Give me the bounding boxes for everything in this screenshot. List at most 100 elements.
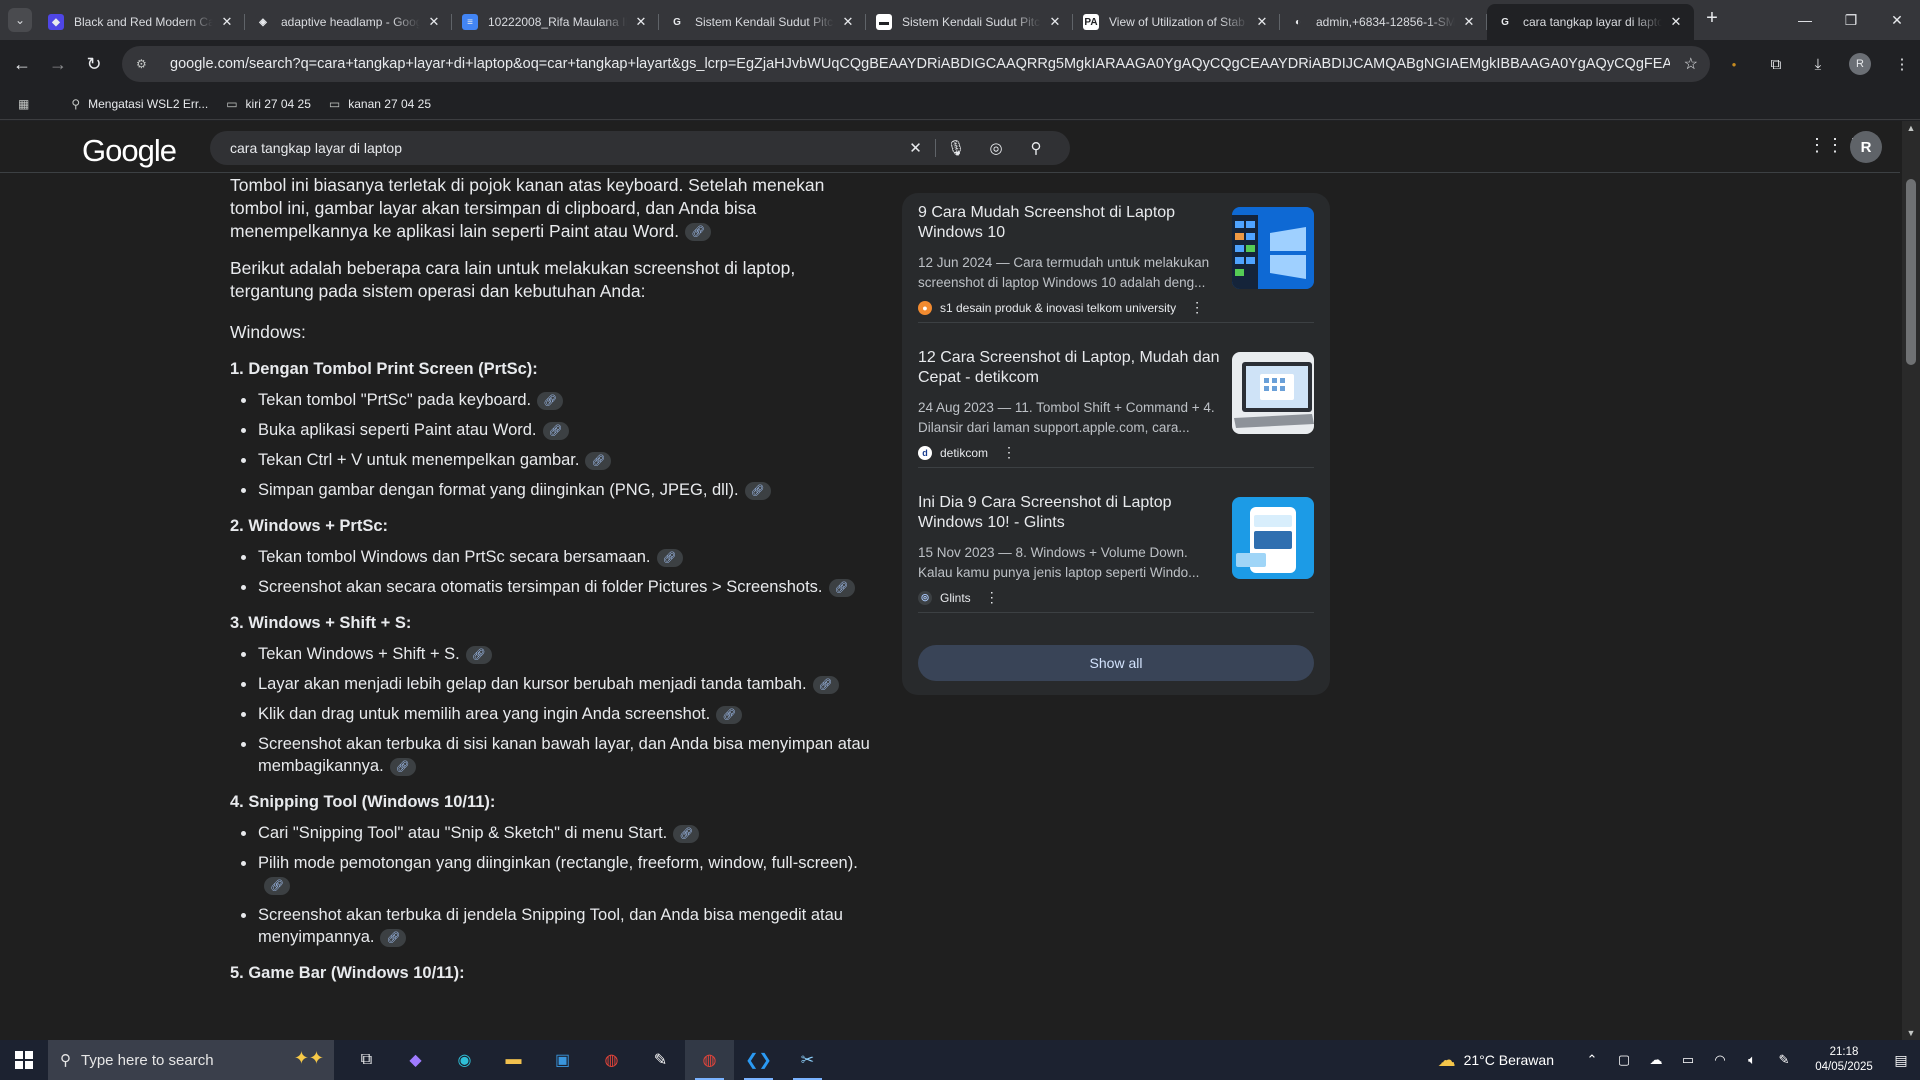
search-box[interactable]: cara tangkap layar di laptop ✕ 🎙︎ ◎ ⚲ bbox=[210, 131, 1070, 165]
bookmark-item-kiri[interactable]: ▭ kiri 27 04 25 bbox=[226, 97, 311, 111]
scroll-up-icon[interactable]: ▲ bbox=[1906, 123, 1916, 133]
back-button[interactable]: ← bbox=[4, 46, 40, 82]
search-input[interactable]: cara tangkap layar di laptop bbox=[230, 140, 402, 156]
address-bar[interactable]: ⚙ google.com/search?q=cara+tangkap+layar… bbox=[122, 46, 1710, 82]
notification-icon[interactable]: ▤ bbox=[1882, 1052, 1920, 1069]
scrollbar-thumb[interactable] bbox=[1906, 179, 1916, 365]
show-all-button[interactable]: Show all bbox=[918, 645, 1314, 681]
notes-app-icon[interactable]: ✎ bbox=[636, 1040, 685, 1080]
minimize-button[interactable]: — bbox=[1782, 0, 1828, 40]
bookmark-item-kanan[interactable]: ▭ kanan 27 04 25 bbox=[329, 97, 431, 111]
close-tab-icon[interactable]: ✕ bbox=[633, 14, 649, 30]
source-thumbnail[interactable] bbox=[1232, 207, 1314, 289]
restore-button[interactable]: ❐ bbox=[1828, 0, 1874, 40]
start-button[interactable] bbox=[0, 1040, 48, 1080]
browser-tab[interactable]: G Sistem Kendali Sudut Pitch ✕ bbox=[659, 4, 866, 40]
source-thumbnail[interactable] bbox=[1232, 352, 1314, 434]
wifi-icon[interactable]: ◠ bbox=[1704, 1052, 1736, 1068]
citation-link-icon[interactable]: 🔗︎ bbox=[828, 578, 855, 597]
onedrive-icon[interactable]: ☁ bbox=[1640, 1052, 1672, 1068]
scroll-down-icon[interactable]: ▼ bbox=[1906, 1028, 1916, 1038]
citation-link-icon[interactable]: 🔗︎ bbox=[537, 391, 564, 410]
extensions-icon[interactable]: ⧉ bbox=[1758, 46, 1794, 82]
browser-tab[interactable]: ◈ adaptive headlamp - Google ✕ bbox=[245, 4, 452, 40]
page-scrollbar[interactable]: ▲ ▼ bbox=[1902, 121, 1920, 1040]
close-tab-icon[interactable]: ✕ bbox=[1461, 14, 1477, 30]
source-title[interactable]: 12 Cara Screenshot di Laptop, Mudah dan … bbox=[918, 348, 1228, 388]
clear-icon[interactable]: ✕ bbox=[896, 139, 936, 157]
source-card[interactable]: 12 Cara Screenshot di Laptop, Mudah dan … bbox=[918, 338, 1314, 468]
chrome-active-icon[interactable]: ◍ bbox=[685, 1040, 734, 1080]
apps-grid-icon[interactable]: ▦ bbox=[18, 97, 37, 111]
reload-button[interactable]: ↻ bbox=[76, 46, 112, 82]
search-icon[interactable]: ⚲ bbox=[1016, 139, 1056, 157]
file-explorer-icon[interactable]: ▬ bbox=[489, 1040, 538, 1080]
chevron-down-icon: ⌄ bbox=[14, 13, 26, 27]
browser-tab[interactable]: ◆ Black and Red Modern Cats ✕ bbox=[38, 4, 245, 40]
site-info-icon[interactable]: ⚙ bbox=[136, 57, 154, 71]
clock[interactable]: 21:18 04/05/2025 bbox=[1806, 1045, 1882, 1075]
more-options-icon[interactable]: ⋮ bbox=[1002, 444, 1016, 461]
taskbar-search[interactable]: ⚲ Type here to search ✦✦ bbox=[48, 1040, 334, 1080]
citation-link-icon[interactable]: 🔗︎ bbox=[542, 421, 569, 440]
account-avatar[interactable]: R bbox=[1850, 131, 1882, 163]
battery-icon[interactable]: ▭ bbox=[1672, 1052, 1704, 1068]
source-card[interactable]: Ini Dia 9 Cara Screenshot di Laptop Wind… bbox=[918, 483, 1314, 613]
browser-tab[interactable]: PA View of Utilization of Stab ✕ bbox=[1073, 4, 1280, 40]
citation-link-icon[interactable]: 🔗︎ bbox=[812, 675, 839, 694]
source-card[interactable]: 9 Cara Mudah Screenshot di Laptop Window… bbox=[918, 193, 1314, 323]
more-options-icon[interactable]: ⋮ bbox=[1190, 299, 1204, 316]
citation-link-icon[interactable]: 🔗︎ bbox=[585, 451, 612, 470]
task-view-icon[interactable]: ⧉ bbox=[342, 1040, 391, 1080]
citation-link-icon[interactable]: 🔗︎ bbox=[744, 481, 771, 500]
snipping-tool-icon[interactable]: ✂ bbox=[783, 1040, 832, 1080]
close-tab-icon[interactable]: ✕ bbox=[219, 14, 235, 30]
browser-tab[interactable]: ▬ Sistem Kendali Sudut Pitch ✕ bbox=[866, 4, 1073, 40]
bookmark-item-wsl2[interactable]: ⚲ Mengatasi WSL2 Err... bbox=[71, 97, 208, 111]
lens-icon[interactable]: ◎ bbox=[976, 139, 1016, 157]
profile-button[interactable]: R bbox=[1842, 46, 1878, 82]
citation-link-icon[interactable]: 🔗︎ bbox=[685, 223, 712, 242]
close-window-button[interactable]: ✕ bbox=[1874, 0, 1920, 40]
bookmark-star-icon[interactable]: ☆ bbox=[1684, 54, 1698, 74]
chrome-icon[interactable]: ◍ bbox=[587, 1040, 636, 1080]
meet-now-icon[interactable]: ▢ bbox=[1608, 1052, 1640, 1068]
source-title[interactable]: 9 Cara Mudah Screenshot di Laptop Window… bbox=[918, 203, 1228, 243]
google-logo[interactable]: Google bbox=[82, 133, 177, 169]
tab-search-button[interactable]: ⌄ bbox=[8, 8, 32, 32]
close-tab-icon[interactable]: ✕ bbox=[1668, 14, 1684, 30]
clock-time: 21:18 bbox=[1829, 1046, 1859, 1058]
citation-link-icon[interactable]: 🔗︎ bbox=[380, 928, 407, 947]
weather-widget[interactable]: ☁ 21°C Berawan bbox=[1438, 1050, 1554, 1071]
source-title[interactable]: Ini Dia 9 Cara Screenshot di Laptop Wind… bbox=[918, 493, 1228, 533]
close-tab-icon[interactable]: ✕ bbox=[1254, 14, 1270, 30]
forward-button[interactable]: → bbox=[40, 46, 76, 82]
chevron-up-icon[interactable]: ⌃ bbox=[1576, 1052, 1608, 1068]
download-icon[interactable]: ⤓ bbox=[1800, 46, 1836, 82]
extension-pin-icon[interactable]: ● bbox=[1716, 46, 1752, 82]
browser-tab[interactable]: ≡ 10222008_Rifa Maulana Ibra ✕ bbox=[452, 4, 659, 40]
copilot-icon[interactable]: ◆ bbox=[391, 1040, 440, 1080]
volume-icon[interactable]: 🔈︎ bbox=[1736, 1052, 1768, 1068]
browser-tab[interactable]: ◐ admin,+6834-12856-1-SM ✕ bbox=[1280, 4, 1487, 40]
close-tab-icon[interactable]: ✕ bbox=[1047, 14, 1063, 30]
new-tab-button[interactable]: + bbox=[1698, 4, 1726, 32]
browser-tab[interactable]: Gcara tangkap layar di lapto ✕ bbox=[1487, 4, 1694, 40]
citation-link-icon[interactable]: 🔗︎ bbox=[389, 757, 416, 776]
store-icon[interactable]: ▣ bbox=[538, 1040, 587, 1080]
pen-icon[interactable]: ✎ bbox=[1768, 1052, 1800, 1068]
more-options-icon[interactable]: ⋮ bbox=[985, 589, 999, 606]
close-tab-icon[interactable]: ✕ bbox=[840, 14, 856, 30]
citation-link-icon[interactable]: 🔗︎ bbox=[656, 548, 683, 567]
citation-link-icon[interactable]: 🔗︎ bbox=[673, 824, 700, 843]
citation-link-icon[interactable]: 🔗︎ bbox=[264, 876, 290, 895]
source-thumbnail[interactable] bbox=[1232, 497, 1314, 579]
url-text[interactable]: google.com/search?q=cara+tangkap+layar+d… bbox=[170, 56, 1670, 72]
citation-link-icon[interactable]: 🔗︎ bbox=[716, 705, 743, 724]
close-tab-icon[interactable]: ✕ bbox=[426, 14, 442, 30]
citation-link-icon[interactable]: 🔗︎ bbox=[465, 645, 492, 664]
menu-icon[interactable]: ⋮ bbox=[1884, 46, 1920, 82]
edge-icon[interactable]: ◉ bbox=[440, 1040, 489, 1080]
vscode-icon[interactable]: ❮❯ bbox=[734, 1040, 783, 1080]
microphone-icon[interactable]: 🎙︎ bbox=[936, 139, 976, 157]
